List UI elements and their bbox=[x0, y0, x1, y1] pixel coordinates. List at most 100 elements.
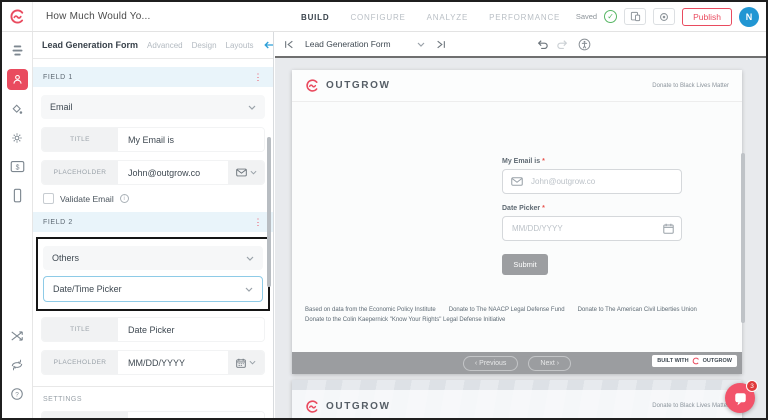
collapse-panel-button[interactable] bbox=[263, 40, 274, 50]
redo-button[interactable] bbox=[557, 39, 569, 49]
field2-menu-icon[interactable]: ⋮ bbox=[253, 218, 263, 227]
saved-status: Saved bbox=[576, 12, 597, 21]
envelope-icon bbox=[236, 168, 247, 177]
arrow-left-icon bbox=[263, 40, 274, 50]
nav-performance[interactable]: PERFORMANCE bbox=[489, 13, 560, 22]
footer-link-epi[interactable]: Based on data from the Economic Policy I… bbox=[305, 307, 436, 313]
email-input[interactable] bbox=[531, 177, 681, 186]
shuffle-icon bbox=[10, 330, 24, 342]
panel-scrollbar[interactable] bbox=[267, 137, 271, 287]
accessibility-icon bbox=[578, 38, 591, 51]
next-button[interactable]: Next › bbox=[528, 356, 571, 371]
preview-scrollbar[interactable] bbox=[741, 153, 745, 323]
built-with-badge[interactable]: BUILT WITH OUTGROW bbox=[652, 355, 737, 367]
accessibility-button[interactable] bbox=[578, 38, 591, 51]
email-input-wrap bbox=[502, 169, 682, 194]
calendar-icon bbox=[236, 358, 246, 368]
field1-menu-icon[interactable]: ⋮ bbox=[253, 73, 263, 82]
tab-advanced[interactable]: Advanced bbox=[147, 41, 183, 50]
rail-item-content[interactable] bbox=[7, 40, 28, 61]
field1-title-input[interactable] bbox=[118, 128, 264, 151]
next-page-header: OUTGROW Donate to Black Lives Matter bbox=[292, 390, 742, 418]
skip-start-icon bbox=[284, 40, 294, 49]
date-input[interactable] bbox=[503, 224, 655, 233]
date-input-wrap bbox=[502, 216, 682, 241]
saved-check-icon: ✓ bbox=[604, 10, 617, 23]
submit-button[interactable]: Submit bbox=[502, 254, 548, 275]
brand-name: OUTGROW bbox=[326, 80, 391, 91]
form-body: My Email is * Date Picker * bbox=[292, 102, 742, 352]
validate-email-checkbox[interactable] bbox=[43, 193, 54, 204]
paint-icon bbox=[10, 102, 24, 116]
field1-icon-select[interactable] bbox=[228, 161, 264, 184]
panel-title: Lead Generation Form bbox=[42, 40, 138, 50]
field1-placeholder-row: PLACEHOLDER bbox=[41, 160, 265, 185]
document-title[interactable]: How Much Would Yo... bbox=[46, 11, 150, 22]
field2-placeholder-input[interactable] bbox=[118, 351, 228, 374]
outgrow-logo-icon bbox=[692, 357, 700, 365]
field2-category-select[interactable]: Others bbox=[43, 246, 263, 270]
user-avatar[interactable]: N bbox=[739, 7, 759, 27]
rail-item-payments[interactable]: $ bbox=[7, 156, 28, 177]
footer-link-kyr[interactable]: Donate to the Colin Kaepernick "Know You… bbox=[305, 317, 505, 323]
validate-email-row: Validate Email i bbox=[43, 193, 263, 204]
tab-layouts[interactable]: Layouts bbox=[226, 41, 254, 50]
chevron-down-icon bbox=[246, 256, 254, 261]
outgrow-logo-icon bbox=[305, 78, 320, 93]
nav-build[interactable]: BUILD bbox=[301, 13, 329, 22]
donate-blm-link[interactable]: Donate to Black Lives Matter bbox=[652, 403, 729, 409]
main-nav: BUILD CONFIGURE ANALYZE PERFORMANCE bbox=[301, 2, 560, 32]
rail-item-sync[interactable] bbox=[7, 354, 28, 375]
field1-placeholder-input[interactable] bbox=[118, 161, 228, 184]
nav-analyze[interactable]: ANALYZE bbox=[427, 13, 468, 22]
field1-type-select[interactable]: Email bbox=[41, 95, 265, 119]
field2-type-select[interactable]: Date/Time Picker bbox=[43, 276, 263, 302]
redo-icon bbox=[557, 39, 569, 49]
footer-link-aclu[interactable]: Donate to The American Civil Liberties U… bbox=[578, 307, 697, 313]
rail-item-mobile[interactable] bbox=[7, 185, 28, 206]
previous-button[interactable]: ‹ Previous bbox=[463, 356, 519, 371]
left-icon-rail: $ ? bbox=[2, 32, 33, 418]
skip-end-button[interactable] bbox=[436, 40, 446, 49]
chat-widget-button[interactable]: 3 bbox=[725, 383, 755, 413]
brand-name: OUTGROW bbox=[326, 401, 391, 412]
preview-toolbar: Lead Generation Form bbox=[275, 32, 766, 58]
svg-text:$: $ bbox=[15, 164, 19, 171]
builder-panel-header: Lead Generation Form Advanced Design Lay… bbox=[33, 32, 273, 59]
rail-item-help[interactable]: ? bbox=[7, 383, 28, 404]
field2-icon-select[interactable] bbox=[228, 351, 264, 374]
tab-design[interactable]: Design bbox=[192, 41, 217, 50]
footer-link-naacp[interactable]: Donate to The NAACP Legal Defense Fund bbox=[449, 307, 565, 313]
loop-icon bbox=[10, 359, 24, 371]
next-page-card: OUTGROW Donate to Black Lives Matter bbox=[292, 380, 742, 418]
top-bar: How Much Would Yo... BUILD CONFIGURE ANA… bbox=[2, 2, 766, 32]
builder-panel: Lead Generation Form Advanced Design Lay… bbox=[33, 32, 274, 418]
field2-header: FIELD 2 ⋮ bbox=[33, 212, 273, 232]
rail-item-integrations[interactable] bbox=[7, 325, 28, 346]
app-logo[interactable] bbox=[2, 2, 33, 31]
rail-item-settings[interactable] bbox=[7, 127, 28, 148]
device-preview-button[interactable] bbox=[624, 8, 646, 25]
publish-button[interactable]: Publish bbox=[682, 8, 732, 26]
nav-configure[interactable]: CONFIGURE bbox=[350, 13, 405, 22]
calendar-icon[interactable] bbox=[655, 217, 681, 240]
donate-blm-link[interactable]: Donate to Black Lives Matter bbox=[652, 83, 729, 89]
settings-divider bbox=[33, 386, 273, 387]
skip-start-button[interactable] bbox=[284, 40, 294, 49]
page-selector[interactable]: Lead Generation Form bbox=[303, 39, 427, 49]
preview-eye-button[interactable] bbox=[653, 8, 675, 25]
week-starts-label: WEEK STARTS ON bbox=[42, 412, 128, 418]
rail-item-design[interactable] bbox=[7, 98, 28, 119]
field2-title-input[interactable] bbox=[118, 318, 264, 341]
undo-button[interactable] bbox=[536, 39, 548, 49]
layers-icon bbox=[10, 43, 25, 58]
form-header: OUTGROW Donate to Black Lives Matter bbox=[292, 70, 742, 102]
field2-placeholder-row: PLACEHOLDER bbox=[41, 350, 265, 375]
field1-label: FIELD 1 bbox=[43, 74, 73, 81]
week-starts-row: WEEK STARTS ON bbox=[41, 411, 265, 418]
field1-placeholder-label: PLACEHOLDER bbox=[42, 161, 118, 184]
mobile-icon bbox=[12, 188, 23, 203]
chevron-down-icon bbox=[248, 105, 256, 110]
rail-item-lead-gen[interactable] bbox=[7, 69, 28, 90]
week-starts-select[interactable] bbox=[128, 412, 248, 418]
